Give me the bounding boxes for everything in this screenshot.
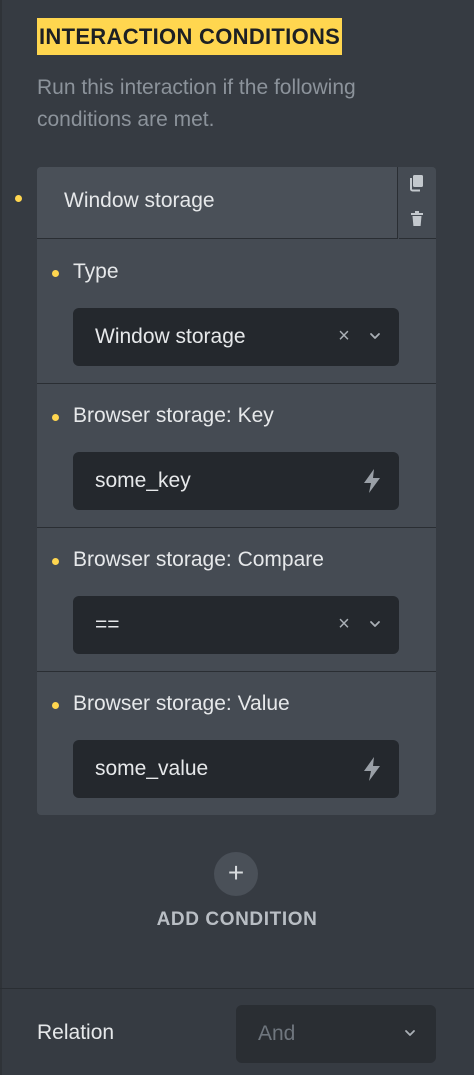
section-title: INTERACTION CONDITIONS	[37, 18, 343, 55]
add-condition-label[interactable]: ADD CONDITION	[0, 909, 474, 931]
chevron-down-icon[interactable]	[400, 1023, 420, 1043]
condition-header[interactable]: Window storage	[37, 167, 398, 239]
add-condition-button[interactable]: +	[214, 852, 258, 896]
type-select-value: Window storage	[95, 325, 246, 348]
dynamic-data-bolt-icon[interactable]	[361, 468, 383, 494]
condition-header-label: Window storage	[64, 189, 215, 212]
field-storage-key: Browser storage: Key some_key	[37, 384, 436, 528]
field-label: Browser storage: Value	[73, 692, 290, 715]
type-select[interactable]: Window storage ×	[73, 308, 399, 366]
field-indicator-dot	[52, 414, 59, 421]
condition-indicator-dot	[15, 195, 22, 202]
relation-select-value: And	[258, 1022, 296, 1045]
field-indicator-dot	[52, 558, 59, 565]
plus-icon: +	[227, 857, 245, 888]
divider	[0, 988, 474, 989]
storage-value-value: some_value	[95, 757, 209, 780]
copy-icon[interactable]	[408, 174, 426, 192]
field-storage-value: Browser storage: Value some_value	[37, 672, 436, 815]
storage-key-input[interactable]: some_key	[73, 452, 399, 510]
field-storage-compare: Browser storage: Compare == ×	[37, 528, 436, 672]
clear-icon[interactable]: ×	[335, 324, 353, 348]
clear-icon[interactable]: ×	[335, 612, 353, 636]
field-label: Browser storage: Key	[73, 404, 274, 427]
chevron-down-icon[interactable]	[365, 614, 385, 634]
storage-value-input[interactable]: some_value	[73, 740, 399, 798]
storage-key-value: some_key	[95, 469, 191, 492]
compare-select-value: ==	[95, 613, 120, 636]
relation-select[interactable]: And	[236, 1005, 436, 1063]
compare-select[interactable]: == ×	[73, 596, 399, 654]
condition-actions	[399, 167, 436, 239]
field-label: Type	[73, 260, 119, 283]
relation-label: Relation	[37, 1021, 115, 1044]
field-indicator-dot	[52, 702, 59, 709]
field-type: Type Window storage ×	[37, 240, 436, 384]
field-indicator-dot	[52, 270, 59, 277]
field-label: Browser storage: Compare	[73, 548, 324, 571]
chevron-down-icon[interactable]	[365, 326, 385, 346]
condition-card: Window storage Type Window storage × Bro…	[37, 167, 436, 815]
section-description: Run this interaction if the following co…	[37, 76, 356, 131]
trash-icon[interactable]	[408, 210, 426, 228]
dynamic-data-bolt-icon[interactable]	[361, 756, 383, 782]
